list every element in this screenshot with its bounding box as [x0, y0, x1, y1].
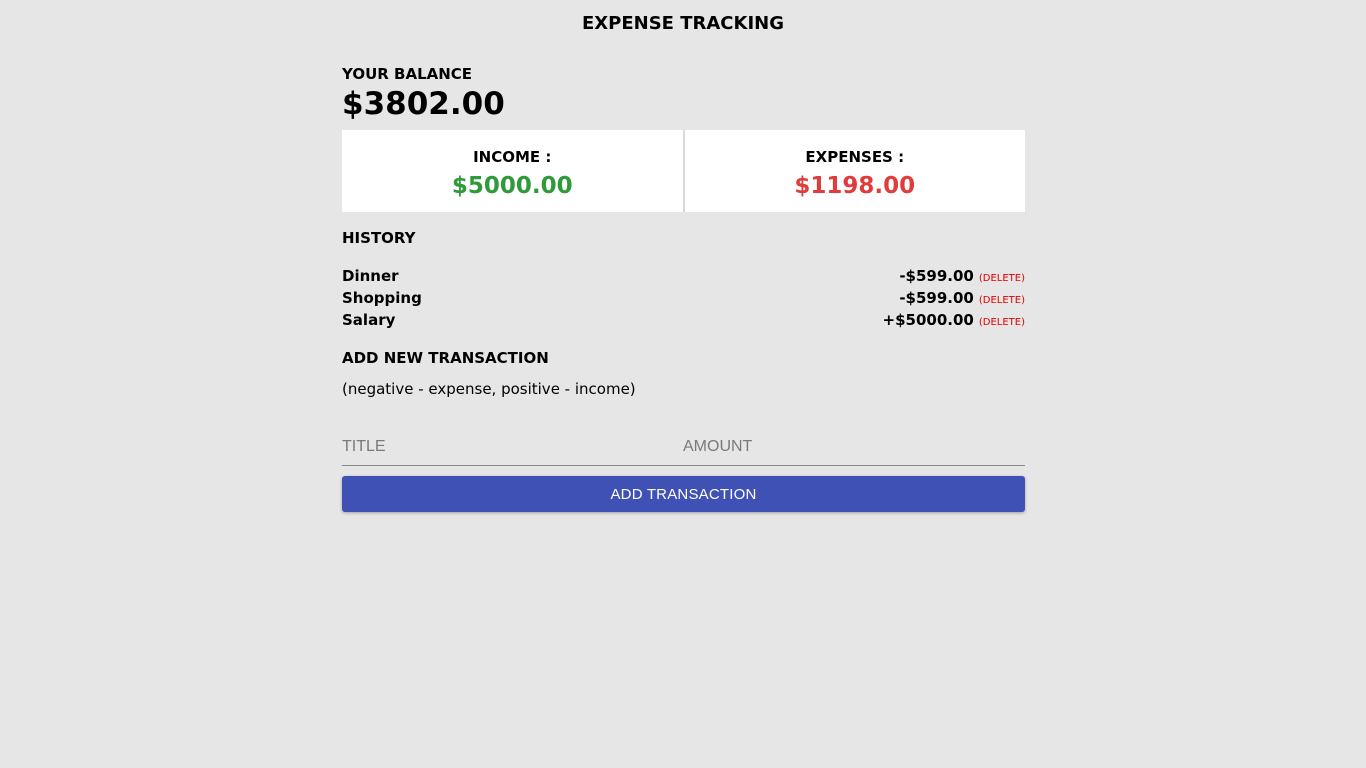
main-container: YOUR BALANCE $3802.00 INCOME : $5000.00 … [342, 64, 1025, 512]
transaction-amount: -$599.00 [899, 267, 974, 285]
income-label: INCOME : [473, 148, 552, 166]
income-value: $5000.00 [451, 173, 573, 199]
title-input[interactable] [342, 429, 683, 465]
transaction-hint: (negative - expense, positive - income) [342, 380, 636, 398]
balance-value: $3802.00 [342, 86, 505, 122]
list-item: Dinner -$599.00 (DELETE) [342, 265, 1025, 287]
transaction-form [342, 429, 1025, 466]
add-transaction-button[interactable]: ADD TRANSACTION [342, 476, 1025, 512]
list-item: Salary +$5000.00 (DELETE) [342, 309, 1025, 331]
app-title: EXPENSE TRACKING [581, 13, 785, 34]
transaction-title: Shopping [342, 289, 422, 307]
income-card: INCOME : $5000.00 [342, 130, 685, 212]
add-transaction-heading: ADD NEW TRANSACTION [342, 349, 549, 367]
transaction-amount-group: +$5000.00 (DELETE) [883, 309, 1025, 334]
list-item: Shopping -$599.00 (DELETE) [342, 287, 1025, 309]
history-heading: HISTORY [342, 229, 416, 247]
balance-label: YOUR BALANCE [342, 65, 473, 83]
transaction-title: Salary [342, 311, 396, 329]
transaction-amount: -$599.00 [899, 289, 974, 307]
delete-button[interactable]: (DELETE) [979, 312, 1025, 334]
transaction-amount: +$5000.00 [882, 311, 974, 329]
expenses-label: EXPENSES : [805, 148, 905, 166]
expenses-value: $1198.00 [794, 173, 916, 199]
history-list: Dinner -$599.00 (DELETE) Shopping -$599.… [342, 265, 1025, 331]
transaction-title: Dinner [342, 267, 399, 285]
expenses-card: EXPENSES : $1198.00 [684, 130, 1025, 212]
amount-input[interactable] [683, 429, 1024, 465]
income-expense-summary: INCOME : $5000.00 EXPENSES : $1198.00 [342, 130, 1025, 212]
